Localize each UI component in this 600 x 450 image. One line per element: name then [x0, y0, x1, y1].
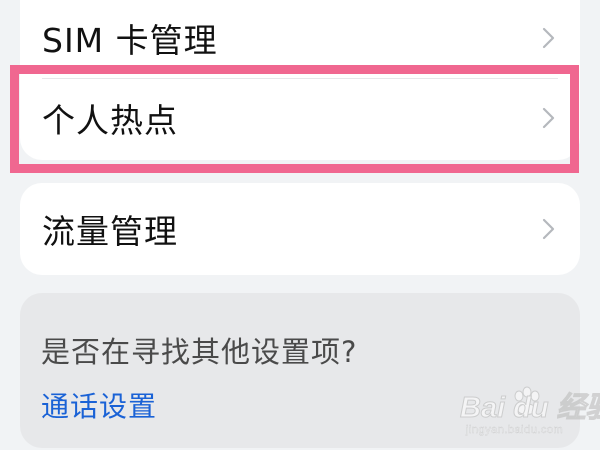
traffic-card: 流量管理	[20, 183, 580, 275]
traffic-management-row[interactable]: 流量管理	[20, 189, 580, 269]
chevron-right-icon	[542, 218, 555, 240]
baidu-jingyan-watermark: Bai du 经验 jingyan.baidu.com	[460, 382, 600, 444]
suggestion-title: 是否在寻找其他设置项?	[41, 335, 358, 369]
watermark-url: jingyan.baidu.com	[466, 424, 564, 436]
settings-card-top: SIM 卡管理 个人热点	[20, 0, 580, 160]
watermark-text: Bai du 经验	[460, 392, 600, 425]
chevron-right-icon	[542, 107, 555, 129]
call-settings-link[interactable]: 通话设置	[41, 385, 157, 425]
chevron-right-icon	[542, 27, 555, 49]
sim-card-management-row[interactable]: SIM 卡管理	[20, 0, 580, 78]
sim-card-management-label: SIM 卡管理	[42, 21, 218, 60]
traffic-management-label: 流量管理	[42, 212, 178, 251]
personal-hotspot-label: 个人热点	[42, 101, 178, 140]
personal-hotspot-row[interactable]: 个人热点	[20, 78, 580, 158]
